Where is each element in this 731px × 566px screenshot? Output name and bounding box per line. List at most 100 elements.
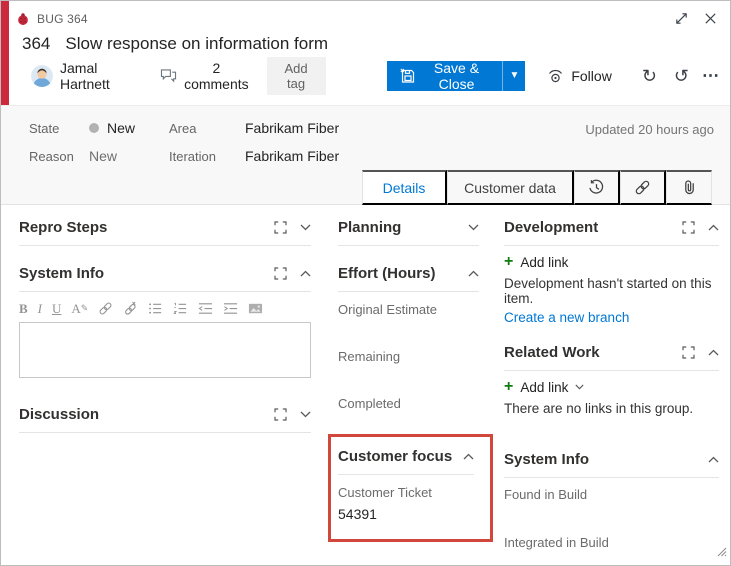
underline-icon[interactable]: U: [52, 302, 61, 315]
remove-link-icon[interactable]: [123, 301, 138, 316]
paperclip-icon: [681, 179, 698, 196]
reason-value[interactable]: New: [89, 148, 169, 164]
development-title: Development: [504, 219, 599, 236]
area-value[interactable]: Fabrikam Fiber: [245, 120, 339, 136]
follow-button[interactable]: Follow: [547, 67, 612, 84]
bug-icon: [16, 12, 30, 26]
follow-label: Follow: [571, 67, 612, 84]
annotation-highlight-box: Customer focus Customer Ticket 54391: [328, 434, 493, 542]
state-fields: State New Area Fabrikam Fiber Reason New…: [29, 120, 339, 164]
fullscreen-icon[interactable]: [274, 267, 287, 280]
related-add-link-button[interactable]: + Add link: [504, 379, 584, 395]
chevron-up-icon[interactable]: [468, 270, 479, 277]
assignee-avatar[interactable]: [31, 64, 53, 87]
completed-label: Completed: [338, 396, 401, 411]
planning-title: Planning: [338, 219, 402, 236]
column-middle: Planning Effort (Hours) Original Estimat…: [328, 219, 493, 542]
work-item-type-label: BUG 364: [37, 11, 88, 26]
decrease-indent-icon[interactable]: [198, 301, 213, 316]
work-item-type-color-bar: [1, 1, 9, 105]
integrated-in-build-label: Integrated in Build: [504, 535, 609, 550]
tab-details[interactable]: Details: [362, 170, 447, 205]
column-left: Repro Steps System Info B I U A ✎ Discus…: [19, 219, 311, 433]
assignee-name[interactable]: Jamal Hartnett: [60, 60, 139, 92]
area-label: Area: [169, 120, 197, 136]
follow-icon: [547, 68, 564, 84]
state-value-dropdown[interactable]: New: [89, 120, 169, 136]
refresh-icon[interactable]: ↻: [642, 67, 657, 85]
chevron-up-icon[interactable]: [708, 349, 719, 356]
state-label: State: [29, 120, 60, 136]
customer-ticket-value[interactable]: 54391: [338, 506, 474, 522]
related-work-section-header[interactable]: Related Work: [504, 344, 719, 371]
chevron-down-icon[interactable]: [468, 224, 479, 231]
related-empty-text: There are no links in this group.: [504, 401, 694, 416]
customer-ticket-label: Customer Ticket: [338, 485, 432, 500]
original-estimate-label: Original Estimate: [338, 302, 437, 317]
italic-icon[interactable]: I: [38, 302, 42, 315]
save-close-button[interactable]: Save & Close: [386, 60, 503, 92]
iteration-value[interactable]: Fabrikam Fiber: [245, 148, 339, 164]
more-actions-icon[interactable]: ⋯: [702, 67, 720, 84]
found-in-build-label: Found in Build: [504, 487, 588, 502]
fullscreen-icon[interactable]: [682, 221, 695, 234]
work-item-dialog: BUG 364 364 Slow response on information…: [0, 0, 731, 566]
bullet-list-icon[interactable]: [148, 301, 163, 316]
undo-icon[interactable]: ↺: [674, 67, 689, 85]
related-add-link-label: Add link: [520, 379, 569, 395]
system-info-fields-section-header[interactable]: System Info: [504, 451, 719, 478]
chevron-up-icon[interactable]: [708, 456, 719, 463]
chevron-up-icon[interactable]: [708, 224, 719, 231]
system-info-editor[interactable]: [19, 322, 311, 378]
comments-button[interactable]: 2 comments: [160, 60, 249, 92]
caret-down-icon: ▼: [509, 70, 520, 81]
fullscreen-icon[interactable]: [682, 346, 695, 359]
numbered-list-icon[interactable]: [173, 301, 188, 316]
customer-focus-title: Customer focus: [338, 448, 453, 465]
add-tag-button[interactable]: Add tag: [266, 56, 326, 95]
plus-icon: +: [504, 378, 514, 395]
customer-focus-section-header[interactable]: Customer focus: [338, 448, 474, 475]
work-item-id: 364: [22, 34, 51, 53]
rich-text-toolbar: B I U A ✎: [19, 301, 311, 316]
tab-attachments[interactable]: [666, 170, 712, 205]
chevron-down-icon[interactable]: [300, 224, 311, 231]
effort-title: Effort (Hours): [338, 265, 436, 282]
save-close-split-button: Save & Close ▼: [386, 60, 526, 92]
planning-section-header[interactable]: Planning: [338, 219, 479, 246]
tab-customer-data[interactable]: Customer data: [447, 170, 574, 205]
insert-link-icon[interactable]: [98, 301, 113, 316]
system-info-fields-title: System Info: [504, 451, 590, 468]
system-info-title: System Info: [19, 265, 105, 282]
tab-links[interactable]: [620, 170, 666, 205]
fullscreen-icon[interactable]: [274, 408, 287, 421]
state-dot-icon: [89, 123, 99, 133]
chevron-up-icon[interactable]: [300, 270, 311, 277]
increase-indent-icon[interactable]: [223, 301, 238, 316]
chevron-up-icon[interactable]: [463, 453, 474, 460]
close-icon[interactable]: [703, 11, 718, 26]
dev-empty-text: Development hasn't started on this item.: [504, 276, 712, 306]
bold-icon[interactable]: B: [19, 302, 28, 315]
fullscreen-icon[interactable]: [274, 221, 287, 234]
development-section-header[interactable]: Development: [504, 219, 719, 246]
system-info-section-header[interactable]: System Info: [19, 265, 311, 292]
work-item-title[interactable]: 364 Slow response on information form: [1, 26, 730, 54]
iteration-label: Iteration: [169, 148, 216, 164]
save-options-caret[interactable]: ▼: [502, 60, 526, 91]
effort-section-header[interactable]: Effort (Hours): [338, 265, 479, 292]
state-value: New: [107, 120, 136, 136]
tab-history[interactable]: [574, 170, 620, 205]
history-icon: [588, 179, 605, 196]
dev-add-link-button[interactable]: + Add link: [504, 254, 568, 270]
discussion-section-header[interactable]: Discussion: [19, 406, 311, 433]
maximize-icon[interactable]: [674, 11, 689, 26]
chevron-down-icon[interactable]: [300, 411, 311, 418]
create-branch-link[interactable]: Create a new branch: [504, 310, 719, 325]
format-painter-icon[interactable]: A ✎: [71, 302, 88, 315]
insert-image-icon[interactable]: [248, 301, 263, 316]
work-item-title-text: Slow response on information form: [65, 34, 329, 53]
repro-steps-section-header[interactable]: Repro Steps: [19, 219, 311, 246]
remaining-label: Remaining: [338, 349, 401, 364]
resize-grip[interactable]: [713, 543, 727, 562]
